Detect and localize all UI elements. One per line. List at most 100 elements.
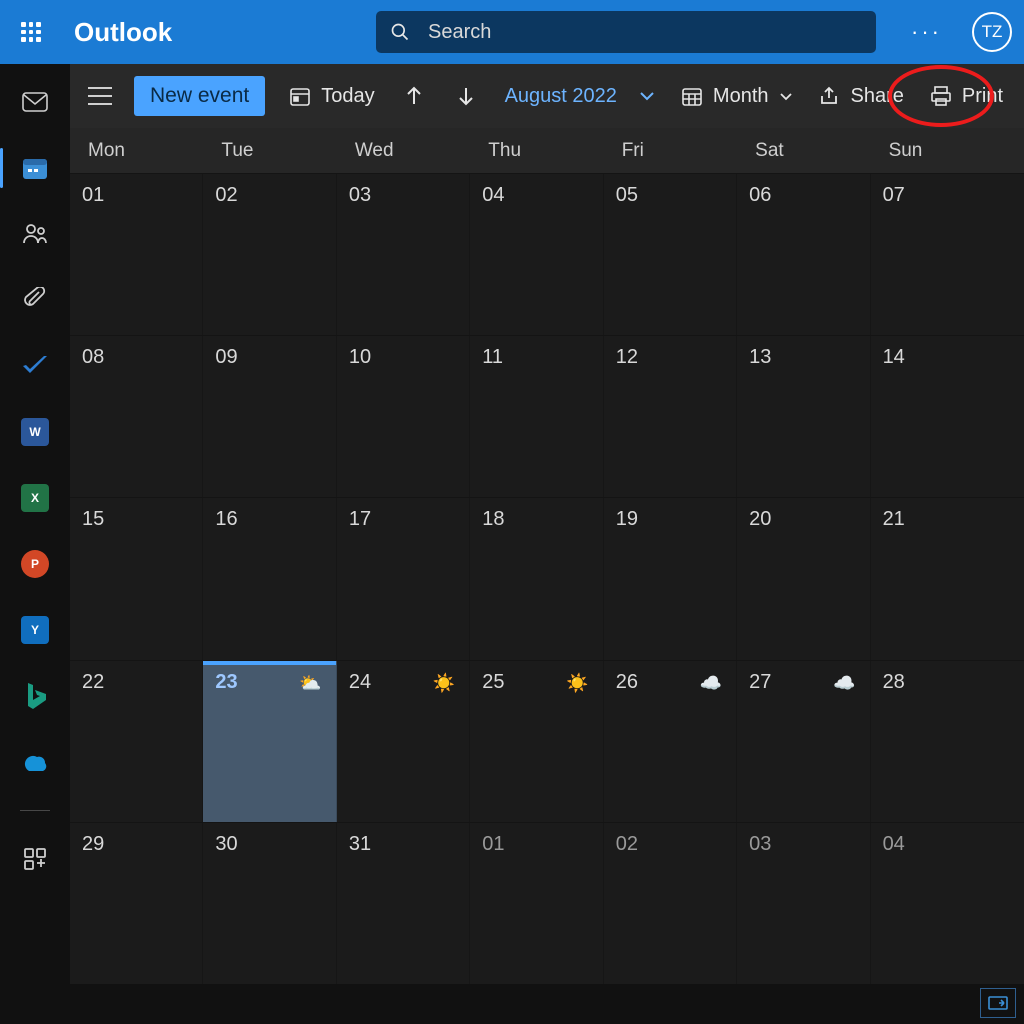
rail-todo[interactable]: [15, 348, 55, 384]
day-number: 02: [616, 833, 724, 856]
calendar-day-cell[interactable]: 22: [70, 661, 203, 822]
chevron-down-icon: [639, 91, 655, 101]
day-header: Sun: [871, 128, 1004, 173]
calendar-weeks: 0102030405060708091011121314151617181920…: [70, 174, 1024, 984]
feedback-icon: [988, 996, 1008, 1010]
rail-more-apps[interactable]: [15, 841, 55, 877]
date-picker-button[interactable]: August 2022: [503, 81, 657, 112]
calendar-day-cell[interactable]: 30: [203, 823, 336, 984]
calendar-day-cell[interactable]: 31: [337, 823, 470, 984]
calendar-day-cell[interactable]: 18: [470, 498, 603, 659]
calendar-toolbar: New event Today August 2022 Month: [70, 64, 1024, 128]
rail-people[interactable]: [15, 216, 55, 252]
user-avatar[interactable]: TZ: [972, 12, 1012, 52]
attachment-icon: [24, 287, 46, 313]
rail-word[interactable]: W: [15, 414, 55, 450]
day-header: Wed: [337, 128, 470, 173]
calendar-day-cell[interactable]: 03: [737, 823, 870, 984]
calendar-day-cell[interactable]: 21: [871, 498, 1004, 659]
day-number: 12: [616, 346, 724, 369]
calendar-day-cell[interactable]: 03: [337, 174, 470, 335]
day-number: 17: [349, 508, 457, 531]
rail-excel[interactable]: X: [15, 480, 55, 516]
day-number: 10: [349, 346, 457, 369]
calendar-day-cell[interactable]: 07: [871, 174, 1004, 335]
excel-icon: X: [21, 484, 49, 512]
feedback-button[interactable]: [980, 988, 1016, 1018]
print-button[interactable]: Print: [928, 81, 1005, 112]
calendar-day-cell[interactable]: 02: [604, 823, 737, 984]
today-label: Today: [321, 85, 374, 108]
calendar-day-cell[interactable]: 15: [70, 498, 203, 659]
calendar-day-cell[interactable]: 27☁️: [737, 661, 870, 822]
rail-yammer[interactable]: Y: [15, 612, 55, 648]
calendar-day-cell[interactable]: 19: [604, 498, 737, 659]
day-header: Tue: [203, 128, 336, 173]
rail-calendar[interactable]: [15, 150, 55, 186]
next-period-button[interactable]: [451, 81, 481, 111]
rail-files[interactable]: [15, 282, 55, 318]
weather-icon: ☀️: [566, 673, 588, 694]
calendar-day-cell[interactable]: 12: [604, 336, 737, 497]
rail-separator: [20, 810, 50, 811]
calendar-day-cell[interactable]: 29: [70, 823, 203, 984]
calendar-week: 15 16 17 18192021: [70, 497, 1024, 659]
calendar-day-cell[interactable]: 04: [470, 174, 603, 335]
app-launcher-button[interactable]: [12, 13, 50, 51]
calendar-day-cell[interactable]: 02: [203, 174, 336, 335]
search-input[interactable]: [428, 21, 862, 44]
day-header: Thu: [470, 128, 603, 173]
people-icon: [22, 223, 48, 245]
calendar-day-cell[interactable]: 14: [871, 336, 1004, 497]
calendar-day-cell[interactable]: 26☁️: [604, 661, 737, 822]
calendar-day-cell[interactable]: 17: [337, 498, 470, 659]
calendar-day-cell[interactable]: 04: [871, 823, 1004, 984]
today-button[interactable]: Today: [287, 81, 376, 112]
calendar-day-cell[interactable]: 01: [470, 823, 603, 984]
calendar-day-cell[interactable]: 28: [871, 661, 1004, 822]
calendar-day-cell[interactable]: 23⛅: [203, 661, 336, 822]
app-header: Outlook ··· TZ: [0, 0, 1024, 64]
calendar-day-cell[interactable]: 11: [470, 336, 603, 497]
calendar-content: New event Today August 2022 Month: [70, 64, 1024, 1024]
new-event-button[interactable]: New event: [134, 76, 265, 116]
calendar-day-cell[interactable]: 24☀️: [337, 661, 470, 822]
weather-icon: ☁️: [700, 673, 722, 694]
day-number: 31: [349, 833, 457, 856]
view-selector-button[interactable]: Month: [679, 81, 795, 112]
calendar-day-cell[interactable]: 25☀️: [470, 661, 603, 822]
day-number: 03: [749, 833, 857, 856]
calendar-day-cell[interactable]: 09: [203, 336, 336, 497]
rail-powerpoint[interactable]: P: [15, 546, 55, 582]
calendar-day-cell[interactable]: 08: [70, 336, 203, 497]
share-label: Share: [851, 85, 904, 108]
calendar-day-cell[interactable]: 05: [604, 174, 737, 335]
day-number: 13: [749, 346, 857, 369]
calendar-day-cell[interactable]: 16: [203, 498, 336, 659]
view-label: Month: [713, 85, 769, 108]
calendar-day-cell[interactable]: 01: [70, 174, 203, 335]
day-header: Fri: [604, 128, 737, 173]
toggle-sidebar-button[interactable]: [88, 87, 112, 105]
day-number: 29: [82, 833, 190, 856]
calendar-week: 01020304050607: [70, 174, 1024, 335]
header-more-button[interactable]: ···: [903, 15, 950, 49]
rail-onedrive[interactable]: [15, 744, 55, 780]
rail-mail[interactable]: [15, 84, 55, 120]
calendar-day-cell[interactable]: 10: [337, 336, 470, 497]
rail-bing[interactable]: [15, 678, 55, 714]
apps-icon: [23, 847, 47, 871]
print-label: Print: [962, 85, 1003, 108]
day-number: 28: [883, 671, 992, 694]
footer-strip: [70, 984, 1024, 1024]
prev-period-button[interactable]: [399, 81, 429, 111]
search-box[interactable]: [376, 11, 876, 53]
day-number: 15: [82, 508, 190, 531]
share-button[interactable]: Share: [817, 81, 906, 112]
weather-icon: ☀️: [433, 673, 455, 694]
calendar-day-cell[interactable]: 13: [737, 336, 870, 497]
day-number: 14: [883, 346, 992, 369]
calendar-day-cell[interactable]: 06: [737, 174, 870, 335]
calendar-day-cell[interactable]: 20: [737, 498, 870, 659]
word-icon: W: [21, 418, 49, 446]
